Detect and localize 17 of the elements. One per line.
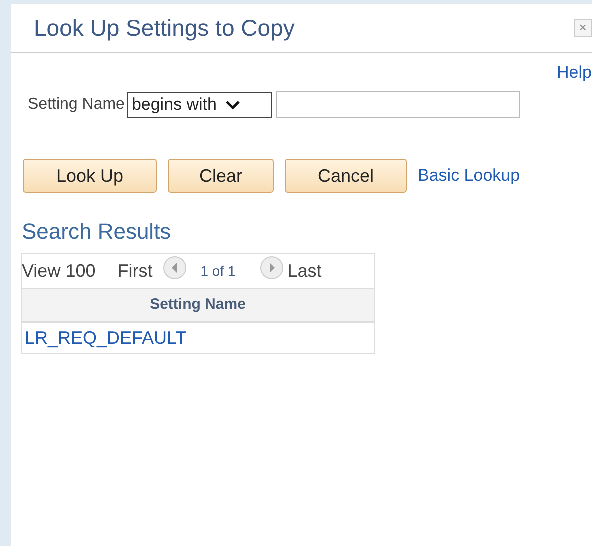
page-indicator: 1 of 1: [200, 263, 236, 279]
column-header: Setting Name: [22, 289, 374, 323]
chevron-down-icon: [225, 100, 241, 110]
result-link[interactable]: LR_REQ_DEFAULT: [25, 328, 187, 348]
cancel-button[interactable]: Cancel: [285, 159, 407, 193]
section-title: Search Results: [21, 218, 172, 245]
help-link[interactable]: Help: [557, 63, 592, 83]
setting-name-field[interactable]: [276, 91, 520, 118]
dialog-title: Look Up Settings to Copy: [34, 14, 295, 42]
operator-dropdown[interactable]: begins with: [126, 92, 272, 118]
look-up-button[interactable]: Look Up: [23, 159, 157, 193]
field-label: Setting Name: [28, 96, 125, 114]
first-link[interactable]: First: [118, 260, 153, 282]
view-count-link[interactable]: View 100: [22, 260, 96, 282]
last-link[interactable]: Last: [288, 260, 322, 282]
clear-button[interactable]: Clear: [168, 159, 274, 193]
basic-lookup-link[interactable]: Basic Lookup: [418, 166, 520, 186]
